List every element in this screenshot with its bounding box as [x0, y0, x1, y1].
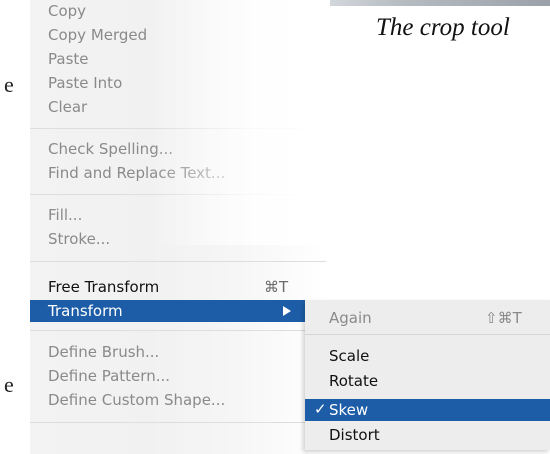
- menu-item-define-brush[interactable]: Define Brush...: [48, 343, 159, 361]
- free-transform-shortcut: ⌘T: [264, 278, 289, 296]
- submenu-item-again[interactable]: Again: [329, 309, 372, 327]
- checkmark-icon: ✓: [314, 400, 327, 418]
- menu-item-define-custom-shape[interactable]: Define Custom Shape...: [48, 391, 225, 409]
- menu-separator: [30, 330, 326, 331]
- menu-item-stroke[interactable]: Stroke...: [48, 230, 110, 248]
- menu-separator: [30, 261, 326, 262]
- menu-item-paste[interactable]: Paste: [48, 50, 89, 68]
- photo-edge: [300, 0, 550, 6]
- submenu-item-rotate[interactable]: Rotate: [329, 372, 378, 390]
- menu-item-free-transform[interactable]: Free Transform: [48, 278, 159, 296]
- menu-item-copy[interactable]: Copy: [48, 2, 86, 20]
- menu-item-find-replace[interactable]: Find and Replace Text...: [48, 164, 225, 182]
- menu-separator: [30, 422, 326, 423]
- page-text-fragment: e: [4, 372, 14, 397]
- submenu-item-distort[interactable]: Distort: [329, 426, 380, 444]
- menu-item-check-spelling[interactable]: Check Spelling...: [48, 140, 173, 158]
- menu-item-transform-label: Transform: [48, 302, 123, 320]
- transform-submenu: Again ⇧⌘T Scale Rotate ✓ Skew Distort: [305, 300, 550, 450]
- figure-caption: The crop tool: [376, 14, 510, 41]
- submenu-arrow-icon: [283, 306, 291, 316]
- menu-item-clear[interactable]: Clear: [48, 98, 87, 116]
- page-text-fragment: e: [4, 72, 14, 97]
- menu-separator: [30, 194, 326, 195]
- menu-item-fill[interactable]: Fill...: [48, 206, 82, 224]
- menu-separator: [305, 334, 550, 335]
- menu-item-define-pattern[interactable]: Define Pattern...: [48, 367, 170, 385]
- menu-item-copy-merged[interactable]: Copy Merged: [48, 26, 147, 44]
- edit-menu: Copy Copy Merged Paste Paste Into Clear …: [30, 0, 326, 454]
- submenu-item-skew[interactable]: ✓ Skew: [305, 399, 550, 421]
- again-shortcut: ⇧⌘T: [485, 309, 522, 327]
- menu-item-paste-into[interactable]: Paste Into: [48, 74, 122, 92]
- menu-item-transform[interactable]: Transform: [30, 300, 326, 322]
- submenu-item-scale[interactable]: Scale: [329, 347, 369, 365]
- submenu-item-skew-label: Skew: [329, 401, 369, 419]
- menu-separator: [30, 128, 326, 129]
